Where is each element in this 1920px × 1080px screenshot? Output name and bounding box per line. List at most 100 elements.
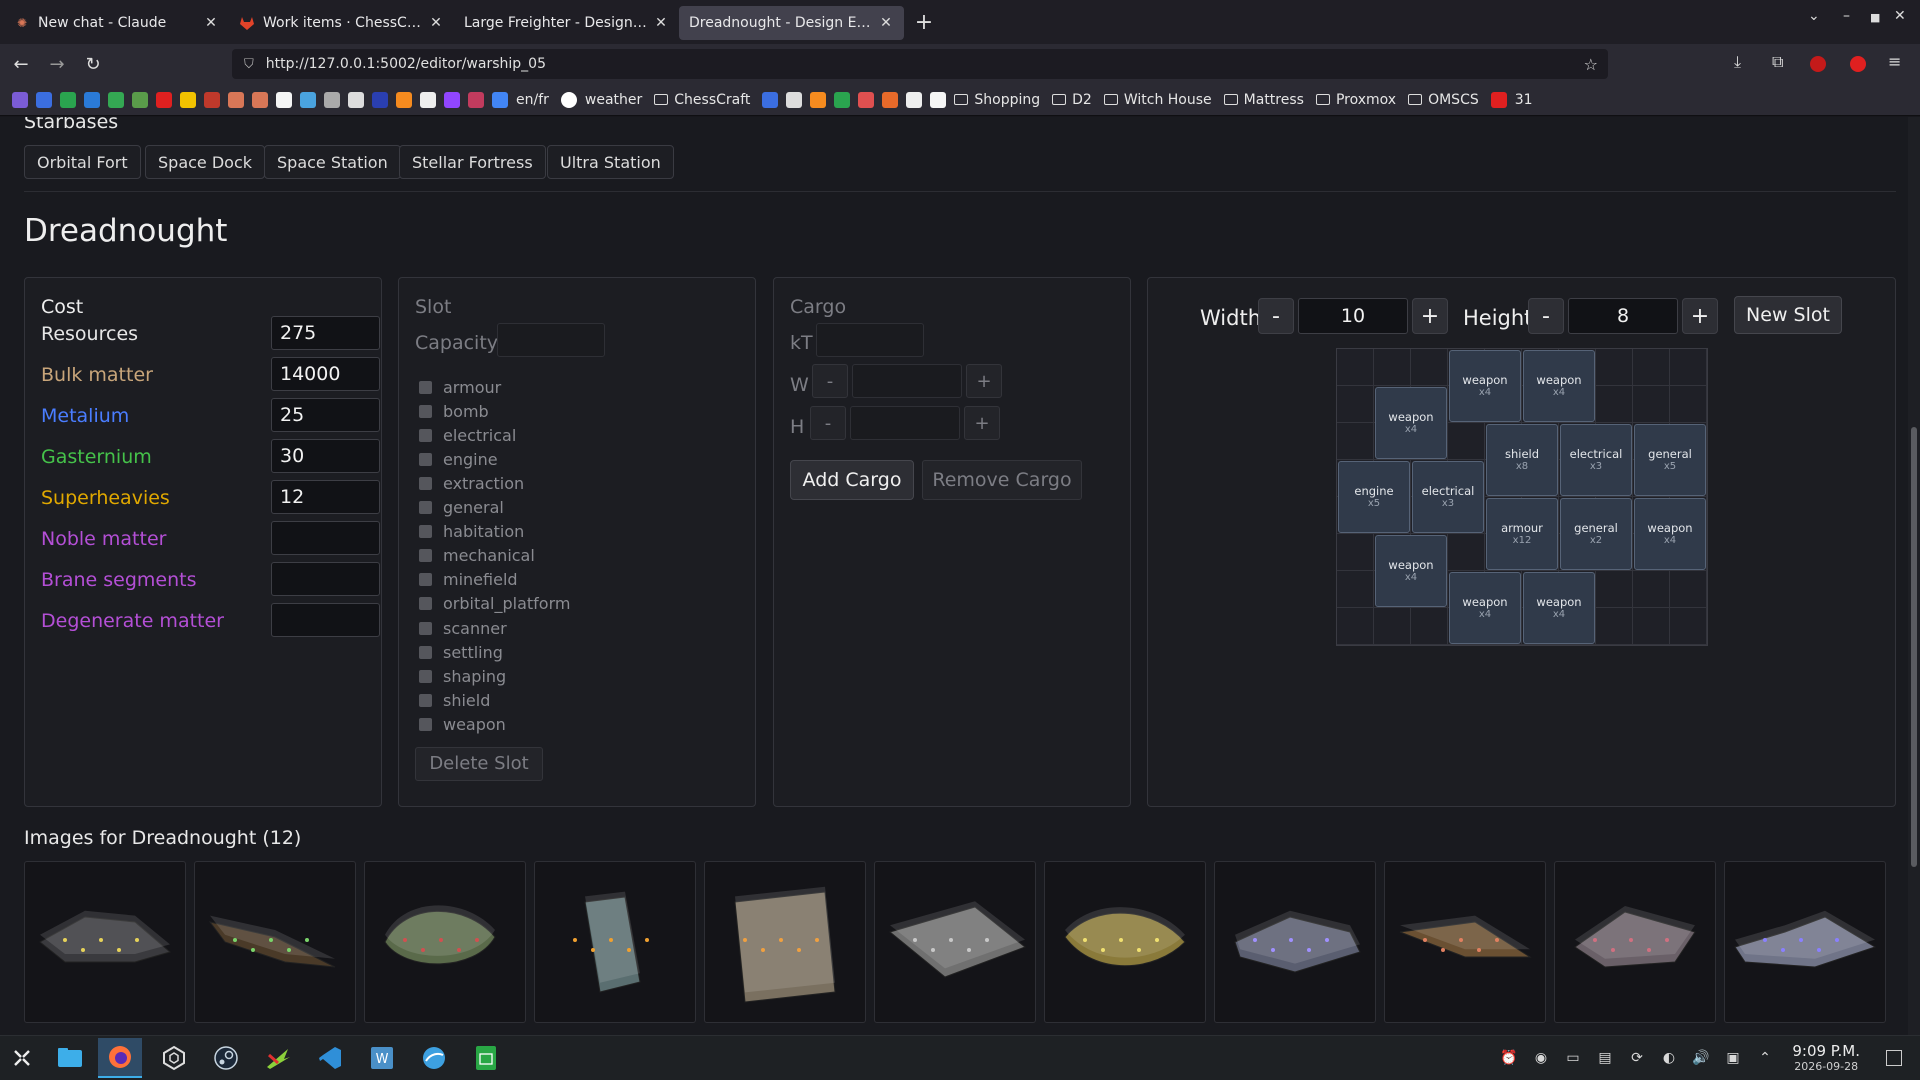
new-tab-button[interactable]: + bbox=[908, 6, 940, 38]
slot-type-checkbox-row[interactable]: general bbox=[419, 496, 504, 520]
ship-image-8[interactable] bbox=[1214, 861, 1376, 1023]
checkbox[interactable] bbox=[419, 404, 432, 418]
maximize-icon[interactable]: ■ bbox=[1870, 11, 1880, 24]
volume-icon[interactable]: 🔊 bbox=[1692, 1049, 1710, 1067]
close-icon[interactable]: ✕ bbox=[428, 15, 444, 31]
cargo-height-input[interactable] bbox=[850, 406, 960, 440]
bookmark-icon[interactable] bbox=[204, 91, 220, 108]
add-cargo-button[interactable]: Add Cargo bbox=[790, 460, 914, 500]
youtube-extension-icon[interactable] bbox=[1850, 56, 1866, 72]
grid-cell[interactable] bbox=[1411, 608, 1448, 645]
menu-icon[interactable]: ≡ bbox=[1888, 52, 1901, 71]
grid-cell[interactable] bbox=[1337, 423, 1374, 460]
window-close-icon[interactable]: ✕ bbox=[1894, 8, 1906, 24]
grid-cell[interactable] bbox=[1411, 349, 1448, 386]
remove-cargo-button[interactable]: Remove Cargo bbox=[922, 460, 1082, 500]
ship-image-11[interactable] bbox=[1724, 861, 1886, 1023]
grid-cell[interactable] bbox=[1670, 386, 1707, 423]
cost-input[interactable]: 275 bbox=[271, 316, 380, 350]
ship-image-1[interactable] bbox=[24, 861, 186, 1023]
grid-cell[interactable] bbox=[1596, 608, 1633, 645]
slot-type-checkbox-row[interactable]: weapon bbox=[419, 712, 506, 736]
slot-type-checkbox-row[interactable]: habitation bbox=[419, 520, 524, 544]
checkbox[interactable] bbox=[419, 549, 432, 563]
bookmark-icon[interactable] bbox=[468, 91, 484, 108]
bookmark-icon[interactable] bbox=[372, 91, 388, 108]
slot-grid[interactable]: weapon x4 weapon x4 weapon x4 shield x8 electric… bbox=[1336, 348, 1708, 646]
tray-expand-icon[interactable]: ⌃ bbox=[1756, 1049, 1774, 1067]
unity-hub-icon[interactable] bbox=[152, 1038, 196, 1078]
vscode-icon[interactable] bbox=[308, 1038, 352, 1078]
slot-type-checkbox-row[interactable]: extraction bbox=[419, 471, 524, 495]
sync-icon[interactable]: ⟳ bbox=[1628, 1049, 1646, 1067]
cargo-height-increment-button[interactable]: + bbox=[964, 406, 1000, 440]
tab-list-chevron-icon[interactable]: ⌄ bbox=[1808, 8, 1820, 24]
grid-cell[interactable] bbox=[1337, 571, 1374, 608]
bookmark-icon[interactable] bbox=[252, 91, 268, 108]
checkbox[interactable] bbox=[419, 501, 432, 514]
bookmark-icon[interactable] bbox=[348, 91, 364, 108]
checkbox[interactable] bbox=[419, 645, 432, 659]
tab-large-freighter[interactable]: Large Freighter - Design Editor ✕ bbox=[454, 6, 679, 40]
terminal-icon[interactable]: ▭ bbox=[1564, 1049, 1582, 1067]
show-desktop-icon[interactable] bbox=[1886, 1050, 1902, 1066]
tab-dreadnought[interactable]: Dreadnought - Design Editor ✕ bbox=[679, 6, 904, 40]
slot-type-checkbox-row[interactable]: armour bbox=[419, 375, 501, 399]
ship-image-2[interactable] bbox=[194, 861, 356, 1023]
grid-cell[interactable] bbox=[1670, 349, 1707, 386]
spreadsheet-app-icon[interactable] bbox=[464, 1038, 508, 1078]
bookmark-icon[interactable] bbox=[12, 91, 28, 108]
close-icon[interactable]: ✕ bbox=[203, 15, 219, 31]
slot-general[interactable]: general x5 bbox=[1634, 424, 1706, 496]
bookmark-icon[interactable] bbox=[882, 91, 899, 108]
grid-cell[interactable] bbox=[1596, 571, 1633, 608]
slot-weapon[interactable]: weapon x4 bbox=[1449, 350, 1521, 422]
bookmark-icon[interactable] bbox=[834, 91, 851, 108]
grid-cell[interactable] bbox=[1596, 386, 1633, 423]
bookmark-folder-d2[interactable]: D2 bbox=[1052, 92, 1092, 108]
bookmark-icon[interactable] bbox=[858, 91, 875, 108]
grid-cell[interactable] bbox=[1633, 608, 1670, 645]
checkbox[interactable] bbox=[419, 693, 432, 707]
bookmark-icon[interactable] bbox=[84, 91, 100, 108]
checkbox[interactable] bbox=[419, 476, 432, 490]
bookmark-icon[interactable] bbox=[930, 91, 947, 108]
checkbox[interactable] bbox=[419, 669, 432, 683]
bookmark-icon[interactable] bbox=[156, 91, 172, 108]
bookmark-icon[interactable] bbox=[396, 91, 412, 108]
delete-slot-button[interactable]: Delete Slot bbox=[415, 746, 543, 781]
back-icon[interactable]: ← bbox=[6, 49, 36, 79]
bookmark-folder-omscs[interactable]: OMSCS bbox=[1408, 92, 1479, 108]
game-app-icon[interactable] bbox=[256, 1038, 300, 1078]
width-increment-button[interactable]: + bbox=[1412, 298, 1448, 334]
bookmark-icon[interactable] bbox=[132, 91, 148, 108]
slot-type-checkbox-row[interactable]: mechanical bbox=[419, 544, 535, 568]
bookmark-folder-proxmox[interactable]: Proxmox bbox=[1315, 92, 1396, 108]
bookmark-folder-witch-house[interactable]: Witch House bbox=[1103, 92, 1212, 108]
cargo-width-increment-button[interactable]: + bbox=[966, 364, 1002, 398]
cargo-width-input[interactable] bbox=[852, 364, 962, 398]
grid-cell[interactable] bbox=[1337, 534, 1374, 571]
cargo-width-decrement-button[interactable]: - bbox=[812, 364, 848, 398]
starbase-space-dock[interactable]: Space Dock bbox=[145, 145, 266, 179]
firefox-icon[interactable] bbox=[98, 1038, 142, 1078]
slot-general[interactable]: general x2 bbox=[1560, 498, 1632, 570]
minimize-icon[interactable]: – bbox=[1843, 8, 1850, 24]
checkbox[interactable] bbox=[419, 717, 432, 731]
bookmark-folder-shopping[interactable]: Shopping bbox=[954, 92, 1040, 108]
slot-type-checkbox-row[interactable]: settling bbox=[419, 640, 503, 664]
app-launcher-icon[interactable] bbox=[0, 1038, 44, 1078]
site-info-icon[interactable]: ⛉ bbox=[244, 57, 254, 72]
browser-app-icon[interactable] bbox=[412, 1038, 456, 1078]
bookmark-icon[interactable] bbox=[60, 91, 76, 108]
slot-type-checkbox-row[interactable]: shield bbox=[419, 688, 490, 712]
display-icon[interactable]: ▣ bbox=[1724, 1049, 1742, 1067]
grid-cell[interactable] bbox=[1596, 349, 1633, 386]
bookmark-icon[interactable] bbox=[420, 91, 436, 108]
tab-claude[interactable]: ✺ New chat - Claude ✕ bbox=[4, 6, 229, 40]
checkbox[interactable] bbox=[419, 452, 432, 466]
checkbox[interactable] bbox=[419, 380, 432, 394]
night-color-icon[interactable]: ◐ bbox=[1660, 1049, 1678, 1067]
cost-input[interactable] bbox=[271, 603, 380, 637]
writer-app-icon[interactable]: W bbox=[360, 1038, 404, 1078]
